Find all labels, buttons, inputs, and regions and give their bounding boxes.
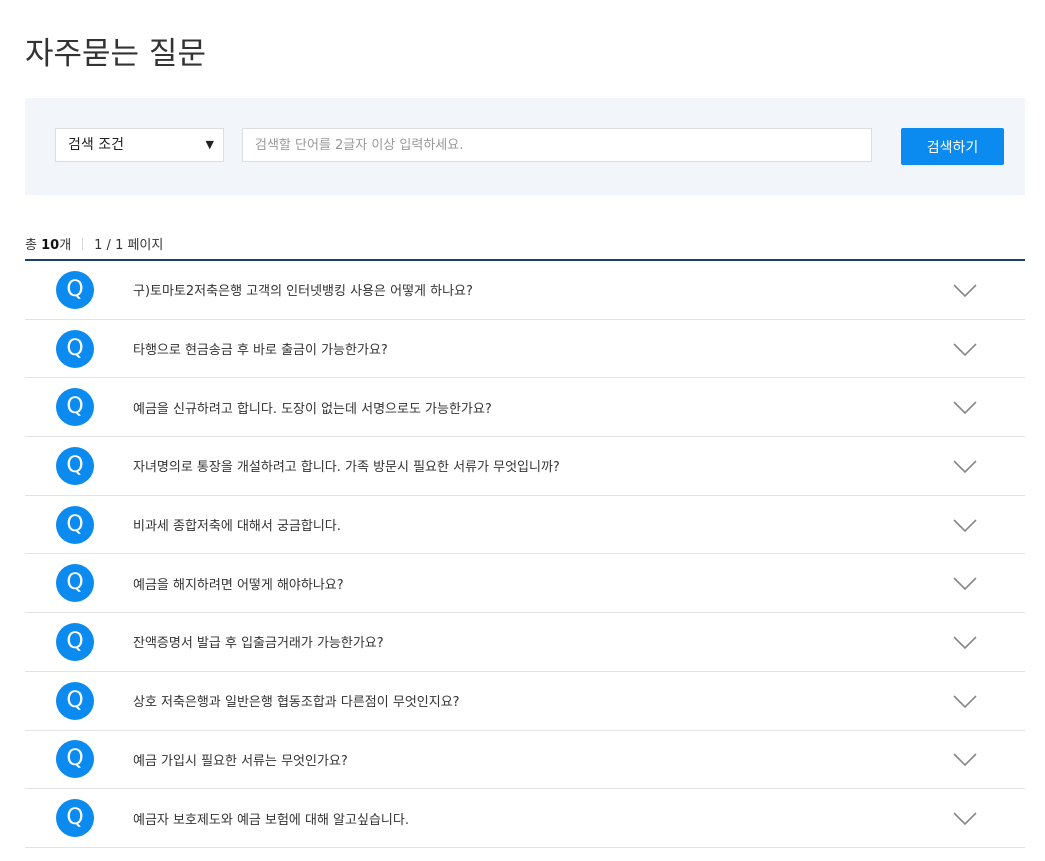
faq-question-text: 잔액증명서 발급 후 입출금거래가 가능한가요? bbox=[133, 636, 384, 652]
faq-question-text: 예금자 보호제도와 예금 보험에 대해 알고싶습니다. bbox=[133, 812, 409, 828]
faq-question-text: 타행으로 현금송금 후 바로 출금이 가능한가요? bbox=[133, 343, 388, 359]
faq-question-text: 예금을 신규하려고 합니다. 도장이 없는데 서명으로도 가능한가요? bbox=[133, 401, 492, 417]
faq-question-text: 비과세 종합저축에 대해서 궁금합니다. bbox=[133, 519, 341, 535]
faq-item[interactable]: Q 예금 가입시 필요한 서류는 무엇인가요? bbox=[25, 731, 1025, 790]
chevron-down-icon[interactable] bbox=[953, 752, 977, 767]
chevron-down-icon[interactable] bbox=[953, 400, 977, 415]
chevron-down-icon[interactable] bbox=[953, 635, 977, 650]
faq-page: 자주묻는 질문 검색 조건 ▼ 검색하기 총 10개 1 / 1 페이지 Q 구)… bbox=[0, 0, 1045, 861]
chevron-down-icon[interactable] bbox=[953, 518, 977, 532]
question-badge-icon: Q bbox=[56, 270, 94, 309]
question-badge-icon: Q bbox=[56, 681, 94, 720]
chevron-down-icon[interactable] bbox=[953, 342, 977, 356]
question-badge-icon: Q bbox=[56, 564, 94, 603]
faq-item[interactable]: Q 비과세 종합저축에 대해서 궁금합니다. bbox=[25, 496, 1025, 555]
question-badge-icon: Q bbox=[56, 622, 94, 661]
faq-list: Q 구)토마토2저축은행 고객의 인터넷뱅킹 사용은 어떻게 하나요? Q 타행으로 … bbox=[25, 259, 1025, 848]
faq-item[interactable]: Q 상호 저축은행과 일반은행 협동조합과 다른점이 무엇인지요? bbox=[25, 672, 1025, 731]
total-count: 총 10개 bbox=[25, 238, 72, 253]
question-badge-icon: Q bbox=[56, 740, 94, 779]
result-summary: 총 10개 1 / 1 페이지 bbox=[25, 234, 163, 253]
chevron-down-icon[interactable] bbox=[953, 459, 977, 474]
caret-down-icon: ▼ bbox=[205, 138, 214, 151]
question-badge-icon: Q bbox=[56, 446, 94, 485]
faq-item[interactable]: Q 자녀명의로 통장을 개설하려고 합니다. 가족 방문시 필요한 서류가 무엇입… bbox=[25, 437, 1025, 496]
question-badge-icon: Q bbox=[56, 505, 94, 544]
page-info: 1 / 1 페이지 bbox=[94, 238, 164, 253]
search-panel: 검색 조건 ▼ 검색하기 bbox=[25, 98, 1025, 195]
search-input[interactable] bbox=[242, 128, 872, 162]
page-title: 자주묻는 질문 bbox=[25, 36, 206, 72]
faq-question-text: 상호 저축은행과 일반은행 협동조합과 다른점이 무엇인지요? bbox=[133, 695, 460, 711]
meta-divider bbox=[82, 237, 84, 250]
search-condition-select[interactable]: 검색 조건 ▼ bbox=[55, 128, 224, 162]
chevron-down-icon[interactable] bbox=[953, 576, 977, 591]
faq-item[interactable]: Q 잔액증명서 발급 후 입출금거래가 가능한가요? bbox=[25, 613, 1025, 672]
question-badge-icon: Q bbox=[56, 329, 94, 368]
search-button[interactable]: 검색하기 bbox=[901, 128, 1004, 165]
chevron-down-icon[interactable] bbox=[953, 811, 977, 826]
total-count-number: 10 bbox=[41, 238, 60, 253]
faq-question-text: 예금 가입시 필요한 서류는 무엇인가요? bbox=[133, 753, 348, 769]
faq-item[interactable]: Q 예금을 해지하려면 어떻게 해야하나요? bbox=[25, 554, 1025, 614]
search-condition-value: 검색 조건 bbox=[68, 137, 124, 153]
chevron-down-icon[interactable] bbox=[953, 694, 977, 708]
faq-item[interactable]: Q 예금자 보호제도와 예금 보험에 대해 알고싶습니다. bbox=[25, 789, 1025, 848]
faq-question-text: 자녀명의로 통장을 개설하려고 합니다. 가족 방문시 필요한 서류가 무엇입니… bbox=[133, 460, 560, 476]
faq-item[interactable]: Q 구)토마토2저축은행 고객의 인터넷뱅킹 사용은 어떻게 하나요? bbox=[25, 261, 1025, 320]
faq-item[interactable]: Q 타행으로 현금송금 후 바로 출금이 가능한가요? bbox=[25, 320, 1025, 379]
chevron-down-icon[interactable] bbox=[953, 283, 977, 297]
faq-question-text: 구)토마토2저축은행 고객의 인터넷뱅킹 사용은 어떻게 하나요? bbox=[133, 284, 473, 300]
faq-question-text: 예금을 해지하려면 어떻게 해야하나요? bbox=[133, 577, 344, 593]
question-badge-icon: Q bbox=[56, 799, 94, 838]
question-badge-icon: Q bbox=[56, 388, 94, 427]
faq-item[interactable]: Q 예금을 신규하려고 합니다. 도장이 없는데 서명으로도 가능한가요? bbox=[25, 378, 1025, 438]
